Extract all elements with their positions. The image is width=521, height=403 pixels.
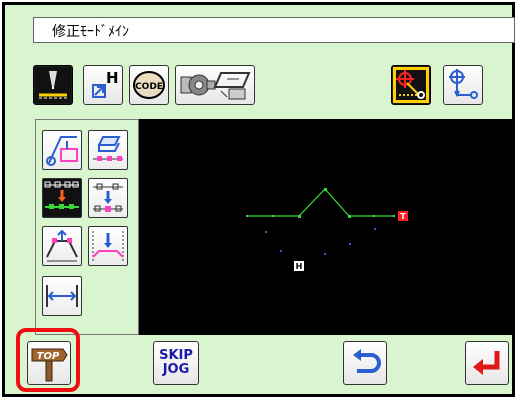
end-point-label: T <box>400 212 406 221</box>
move-to-h-icon: H <box>92 69 119 98</box>
bobbin-frame-button[interactable] <box>175 65 255 105</box>
top-button-highlight <box>16 328 80 392</box>
pitch-arrow-icon <box>46 285 78 307</box>
needle-stitch-button[interactable] <box>33 65 73 105</box>
pitch-change-button[interactable] <box>42 276 82 316</box>
point-delete-button[interactable] <box>42 226 82 266</box>
origin-cursor-icon <box>393 67 429 103</box>
point-move-icon <box>93 183 123 212</box>
edit-tool-panel <box>35 119 139 335</box>
point-insert-button[interactable] <box>42 178 82 218</box>
origin-label: H <box>296 262 303 271</box>
pattern-display[interactable]: T H <box>139 119 515 335</box>
copy-block-button[interactable] <box>88 130 128 170</box>
trace-shift-button[interactable] <box>42 130 82 170</box>
home-position-button[interactable]: H <box>83 65 123 105</box>
enter-button[interactable] <box>465 341 509 385</box>
point-move-button[interactable] <box>88 178 128 218</box>
skip-jog-button[interactable]: SKIP JOG <box>153 341 199 385</box>
undo-button[interactable] <box>343 341 387 385</box>
skip-jog-label: SKIP JOG <box>159 348 193 377</box>
point-delete-icon <box>46 229 78 262</box>
code-button[interactable]: CODE <box>129 65 169 105</box>
range-shift-button[interactable] <box>88 226 128 266</box>
enter-arrow-icon <box>473 351 500 375</box>
trace-shift-icon <box>46 136 78 166</box>
return-origin-button[interactable] <box>443 65 483 105</box>
point-insert-icon <box>43 179 81 217</box>
stitch-points <box>246 188 395 218</box>
mode-title-bar: 修正ﾓｰﾄﾞﾒｲﾝ <box>33 17 515 43</box>
move-to-origin-button[interactable] <box>391 65 431 105</box>
svg-text:H: H <box>106 69 119 87</box>
code-icon: CODE <box>133 71 165 99</box>
bobbin-frame-icon <box>180 72 251 100</box>
reference-dots <box>265 228 376 255</box>
return-cursor-icon <box>449 69 478 99</box>
undo-icon <box>353 349 381 373</box>
mode-title: 修正ﾓｰﾄﾞﾒｲﾝ <box>52 24 129 40</box>
stitch-line <box>247 188 395 217</box>
copy-block-icon <box>93 136 123 161</box>
needle-icon <box>35 67 71 103</box>
svg-text:CODE: CODE <box>135 82 163 92</box>
range-shift-icon <box>92 231 124 261</box>
stitch-pattern-view: T H <box>246 188 408 271</box>
